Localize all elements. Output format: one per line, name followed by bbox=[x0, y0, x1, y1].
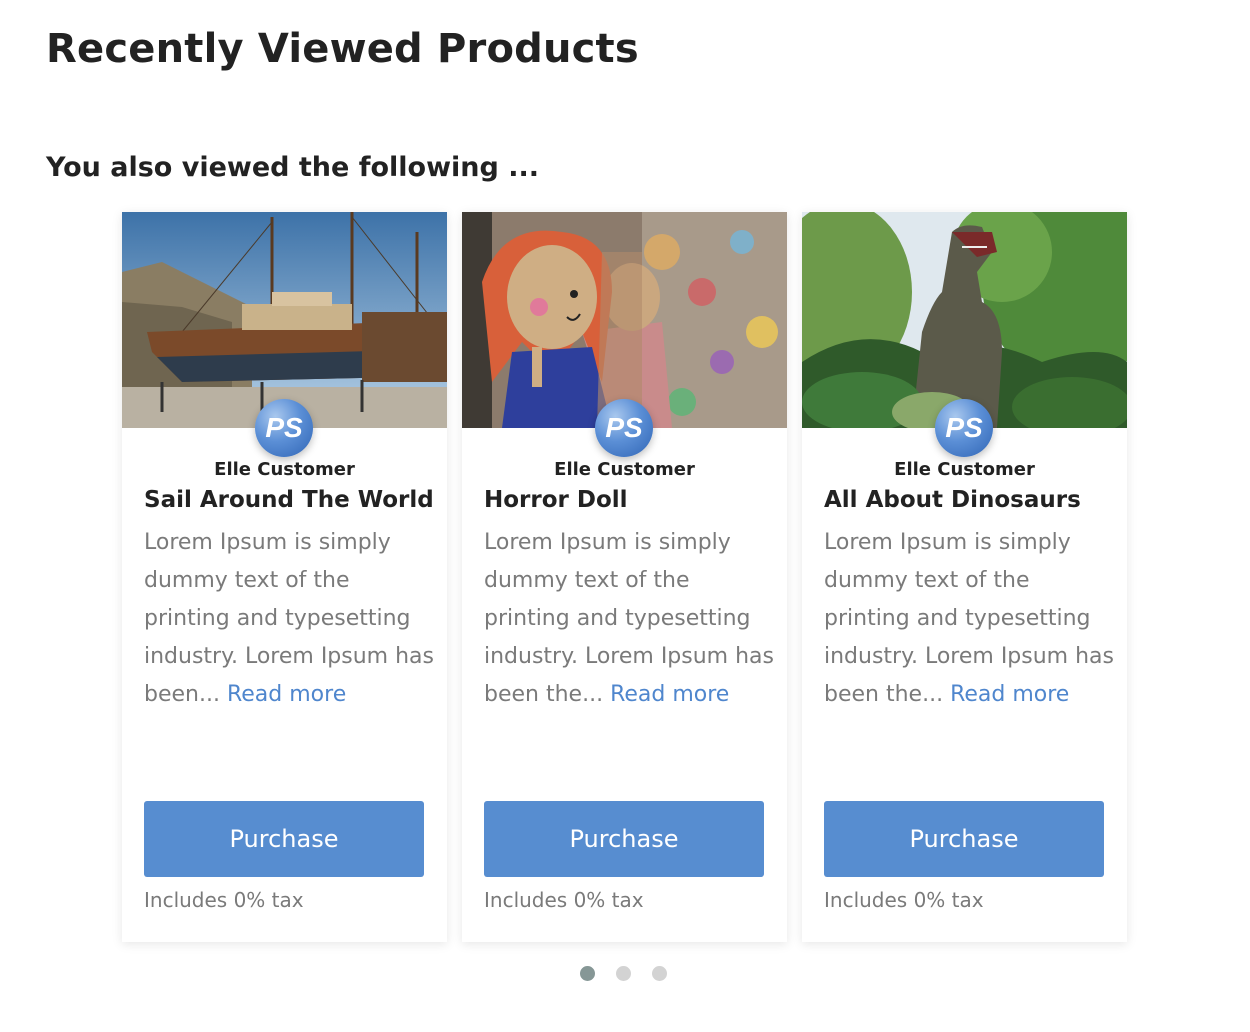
sailing-ship-image[interactable] bbox=[122, 212, 447, 428]
dinosaur-statue-image[interactable] bbox=[802, 212, 1127, 428]
read-more-link[interactable]: Read more bbox=[610, 682, 729, 707]
purchase-button[interactable]: Purchase bbox=[144, 801, 424, 877]
product-card: PS Elle Customer All About Dinosaurs Lor… bbox=[802, 212, 1127, 942]
product-title: All About Dinosaurs bbox=[824, 487, 1081, 513]
product-description: Lorem Ipsum is simply dummy text of the … bbox=[484, 524, 774, 714]
product-card: PS Elle Customer Sail Around The World L… bbox=[122, 212, 447, 942]
product-description: Lorem Ipsum is simply dummy text of the … bbox=[144, 524, 434, 714]
tax-note: Includes 0% tax bbox=[484, 888, 644, 912]
page-title: Recently Viewed Products bbox=[46, 26, 639, 72]
tax-note: Includes 0% tax bbox=[824, 888, 984, 912]
read-more-link[interactable]: Read more bbox=[950, 682, 1069, 707]
author-avatar: PS bbox=[595, 399, 653, 457]
section-subtitle: You also viewed the following ... bbox=[46, 152, 540, 183]
author-avatar: PS bbox=[255, 399, 313, 457]
product-card: PS Elle Customer Horror Doll Lorem Ipsum… bbox=[462, 212, 787, 942]
purchase-button[interactable]: Purchase bbox=[824, 801, 1104, 877]
description-text: Lorem Ipsum is simply dummy text of the … bbox=[144, 530, 434, 707]
author-name: Elle Customer bbox=[214, 459, 355, 480]
author-avatar: PS bbox=[935, 399, 993, 457]
svg-text:PS: PS bbox=[605, 412, 643, 443]
svg-text:PS: PS bbox=[945, 412, 983, 443]
carousel-dot-3[interactable] bbox=[652, 966, 667, 981]
author-name: Elle Customer bbox=[894, 459, 1035, 480]
carousel-dot-2[interactable] bbox=[616, 966, 631, 981]
tax-note: Includes 0% tax bbox=[144, 888, 304, 912]
product-description: Lorem Ipsum is simply dummy text of the … bbox=[824, 524, 1114, 714]
product-title: Sail Around The World bbox=[144, 487, 434, 513]
product-title: Horror Doll bbox=[484, 487, 628, 513]
carousel-pagination bbox=[580, 966, 667, 981]
svg-text:PS: PS bbox=[265, 412, 303, 443]
description-text: Lorem Ipsum is simply dummy text of the … bbox=[824, 530, 1114, 707]
crochet-dolls-image[interactable] bbox=[462, 212, 787, 428]
description-text: Lorem Ipsum is simply dummy text of the … bbox=[484, 530, 774, 707]
carousel-dot-1[interactable] bbox=[580, 966, 595, 981]
read-more-link[interactable]: Read more bbox=[227, 682, 346, 707]
product-carousel: PS Elle Customer Sail Around The World L… bbox=[122, 212, 1132, 942]
author-name: Elle Customer bbox=[554, 459, 695, 480]
purchase-button[interactable]: Purchase bbox=[484, 801, 764, 877]
